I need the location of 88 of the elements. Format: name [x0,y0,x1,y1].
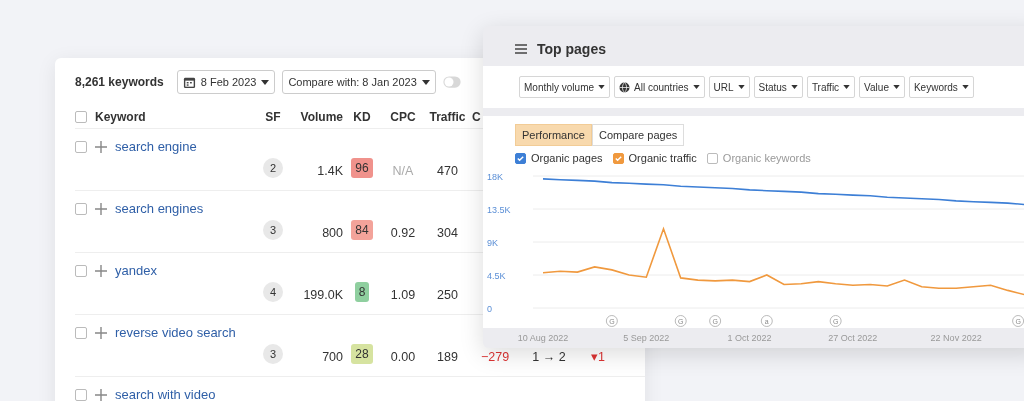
position-change-cell-text: ▾1 [590,349,606,364]
x-axis-label: 1 Oct 2022 [727,333,772,343]
caret-icon [261,79,270,85]
caret-icon [790,85,798,89]
plus-icon[interactable] [95,202,107,215]
panel-title: Top pages [537,41,606,57]
calendar-icon [182,75,196,89]
difficulty-badge: 96 [351,158,373,178]
serp-features-count: 3 [263,344,283,364]
caret-icon [598,85,606,89]
difficulty-badge: 28 [351,344,373,364]
column-header: KD [352,110,372,124]
x-axis-label: 22 Nov 2022 [930,333,982,343]
y-axis-label: 13.5K [487,205,511,215]
legend-checkbox[interactable] [612,152,624,164]
y-axis-label: 0 [487,304,492,314]
globe-icon [619,81,631,93]
serp-features-count: 3 [263,220,283,240]
caret-icon [737,85,745,89]
plus-icon[interactable] [95,388,107,401]
filter-dropdown[interactable]: Value [859,76,905,98]
serp-features-count: 4 [263,282,283,302]
cpc-cell-text: 0.00 [389,350,417,364]
x-axis-label: 10 Aug 2022 [517,333,569,343]
caret-icon [961,85,969,89]
traffic-cell-text: 250 [436,288,459,302]
plus-icon[interactable] [95,326,107,339]
date-button[interactable]: 8 Feb 2023 [176,70,276,94]
filter-dropdown[interactable]: URL [708,76,750,98]
compare-button[interactable]: Compare with: 8 Jan 2023 [282,70,436,94]
caret-icon [692,85,700,89]
filter-dropdown[interactable]: Keywords [908,76,974,98]
filter-dropdown[interactable]: Monthly volume [519,76,611,98]
keyword-link[interactable]: search with video [115,387,216,401]
traffic-cell-text: 304 [436,226,459,240]
legend-label: Organic keywords [722,152,811,164]
filter-dropdown[interactable]: Traffic [806,76,856,98]
volume-cell-text: 1.4K [316,164,343,178]
volume-cell-text: 700 [321,350,343,364]
cpc-cell-text: 1.09 [389,288,417,302]
volume-cell-text: 800 [321,226,343,240]
plus-icon[interactable] [95,264,107,277]
row-checkbox[interactable] [75,388,87,401]
keyword-link[interactable]: search engine [115,139,197,154]
volume-cell-text: 199.0K [302,288,343,302]
view-tab[interactable]: Compare pages [592,124,685,146]
row-checkbox[interactable] [75,202,87,215]
caret-icon [421,79,430,85]
row-checkbox[interactable] [75,326,87,339]
plus-icon[interactable] [95,140,107,153]
position-cell-text: 1 → 2 [531,350,567,364]
caret-icon [843,85,851,89]
filter-dropdown[interactable]: Status [753,76,803,98]
cpc-cell-text: N/A [391,164,415,178]
select-all-checkbox[interactable] [75,111,87,123]
legend-label: Organic pages [531,152,603,164]
legend-label: Organic traffic [628,152,697,164]
caret-icon [892,85,900,89]
y-axis-label: 18K [487,172,503,182]
legend-checkbox[interactable] [515,152,526,164]
keyword-count: 8,261 keywords [75,75,164,89]
traffic-cell-text: 470 [436,164,459,178]
row-checkbox[interactable] [75,140,87,153]
x-axis-label: 27 Oct 2022 [828,333,878,343]
filter-dropdown[interactable]: All countries [614,76,705,98]
keyword-link[interactable]: search engines [115,201,204,216]
toggle-switch[interactable] [442,76,461,88]
difficulty-badge: 84 [351,220,373,240]
column-header: SF [264,110,282,124]
cpc-cell-text: 0.92 [389,226,417,240]
column-header: Keyword [95,110,146,124]
row-checkbox[interactable] [75,264,87,277]
y-axis-label: 9K [487,238,498,248]
x-axis-label: 5 Sep 2022 [623,333,670,343]
column-header: CPC [389,110,417,124]
keyword-link[interactable]: yandex [115,263,157,278]
y-axis-label: 4.5K [487,271,506,281]
serp-features-count: 2 [263,158,283,178]
column-header: Traffic [428,110,467,124]
difficulty-badge: 8 [354,282,370,302]
traffic-cell-text: 189 [436,350,459,364]
traffic-change-cell-text: −279 [479,350,511,364]
keyword-link[interactable]: reverse video search [115,325,236,340]
legend-checkbox[interactable] [706,152,718,164]
menu-icon[interactable] [515,44,527,54]
column-header: C [471,110,482,124]
column-header: Volume [299,110,343,124]
view-tab[interactable]: Performance [515,124,592,146]
